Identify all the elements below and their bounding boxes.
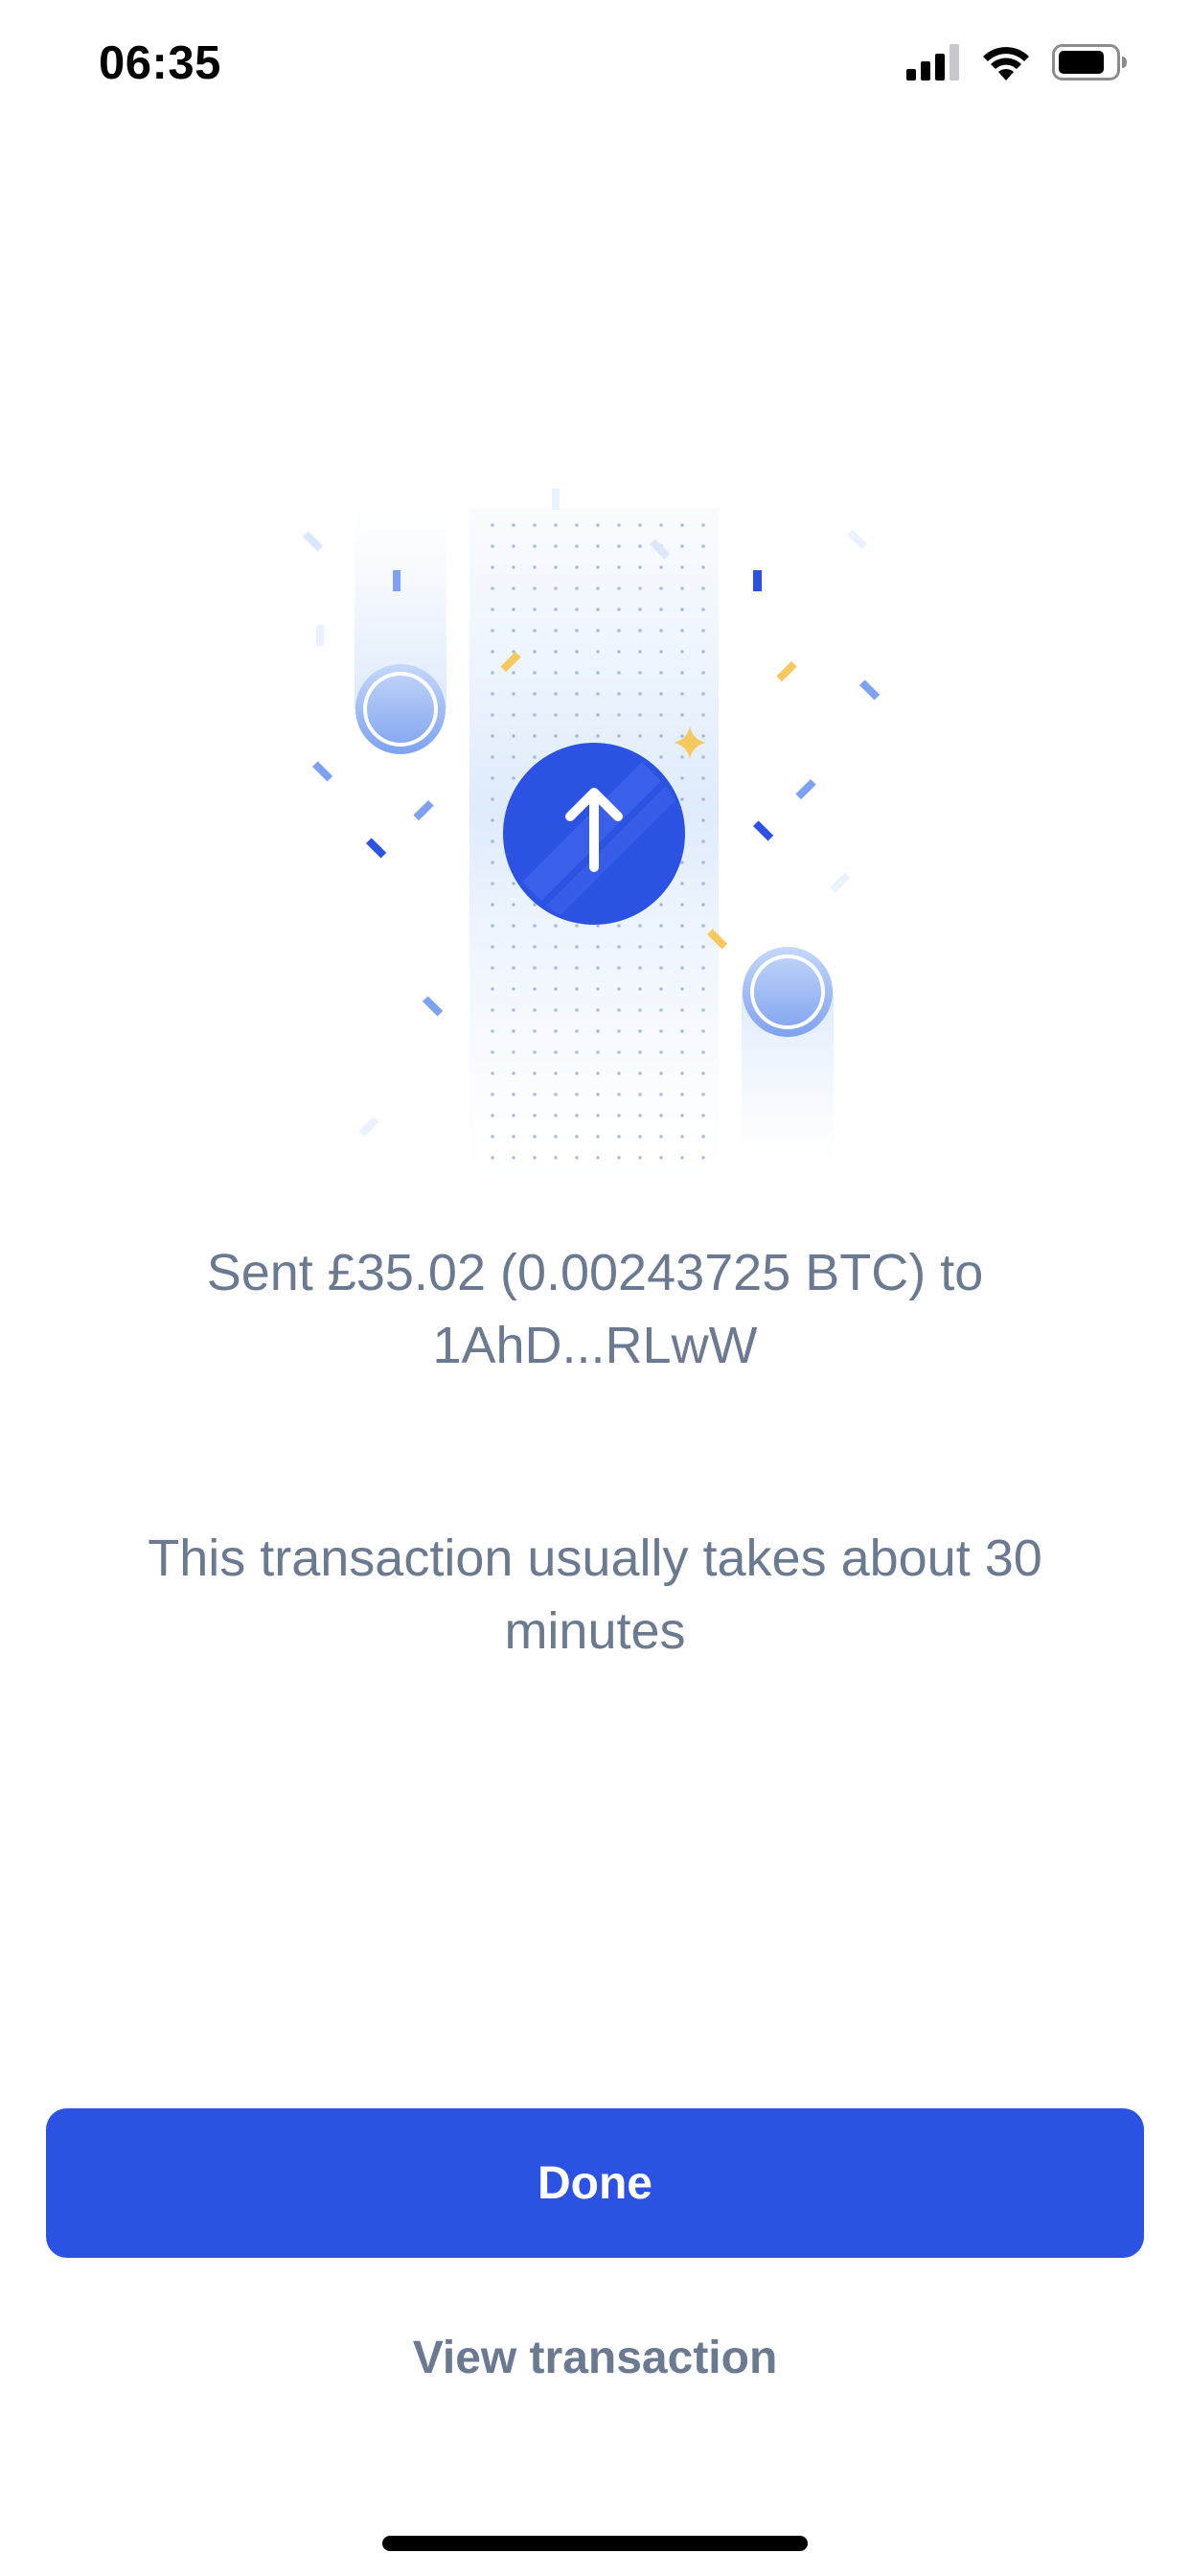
done-button[interactable]: Done xyxy=(46,2108,1144,2258)
transaction-time-info-line1: This transaction usually takes about 30 xyxy=(148,1530,1042,1587)
wifi-icon xyxy=(981,44,1031,85)
home-indicator[interactable] xyxy=(382,2536,808,2551)
status-icons xyxy=(906,44,1129,85)
transaction-time-info-line2: minutes xyxy=(504,1602,686,1660)
view-transaction-label: View transaction xyxy=(412,2332,778,2383)
cellular-signal-icon xyxy=(906,44,960,85)
transaction-sent-illustration xyxy=(278,479,912,1188)
sent-summary: Sent £35.02 (0.00243725 BTC) to 1AhD...R… xyxy=(96,1236,1094,1382)
battery-icon xyxy=(1052,44,1129,85)
view-transaction-button[interactable]: View transaction xyxy=(308,2319,882,2396)
done-button-label: Done xyxy=(538,2157,652,2209)
recipient-address: 1AhD...RLwW xyxy=(432,1317,758,1374)
status-bar: 06:35 xyxy=(0,0,1190,129)
status-time: 06:35 xyxy=(99,37,221,89)
sent-summary-line1: Sent £35.02 (0.00243725 BTC) to xyxy=(206,1244,984,1301)
transaction-time-info: This transaction usually takes about 30 … xyxy=(96,1522,1094,1668)
